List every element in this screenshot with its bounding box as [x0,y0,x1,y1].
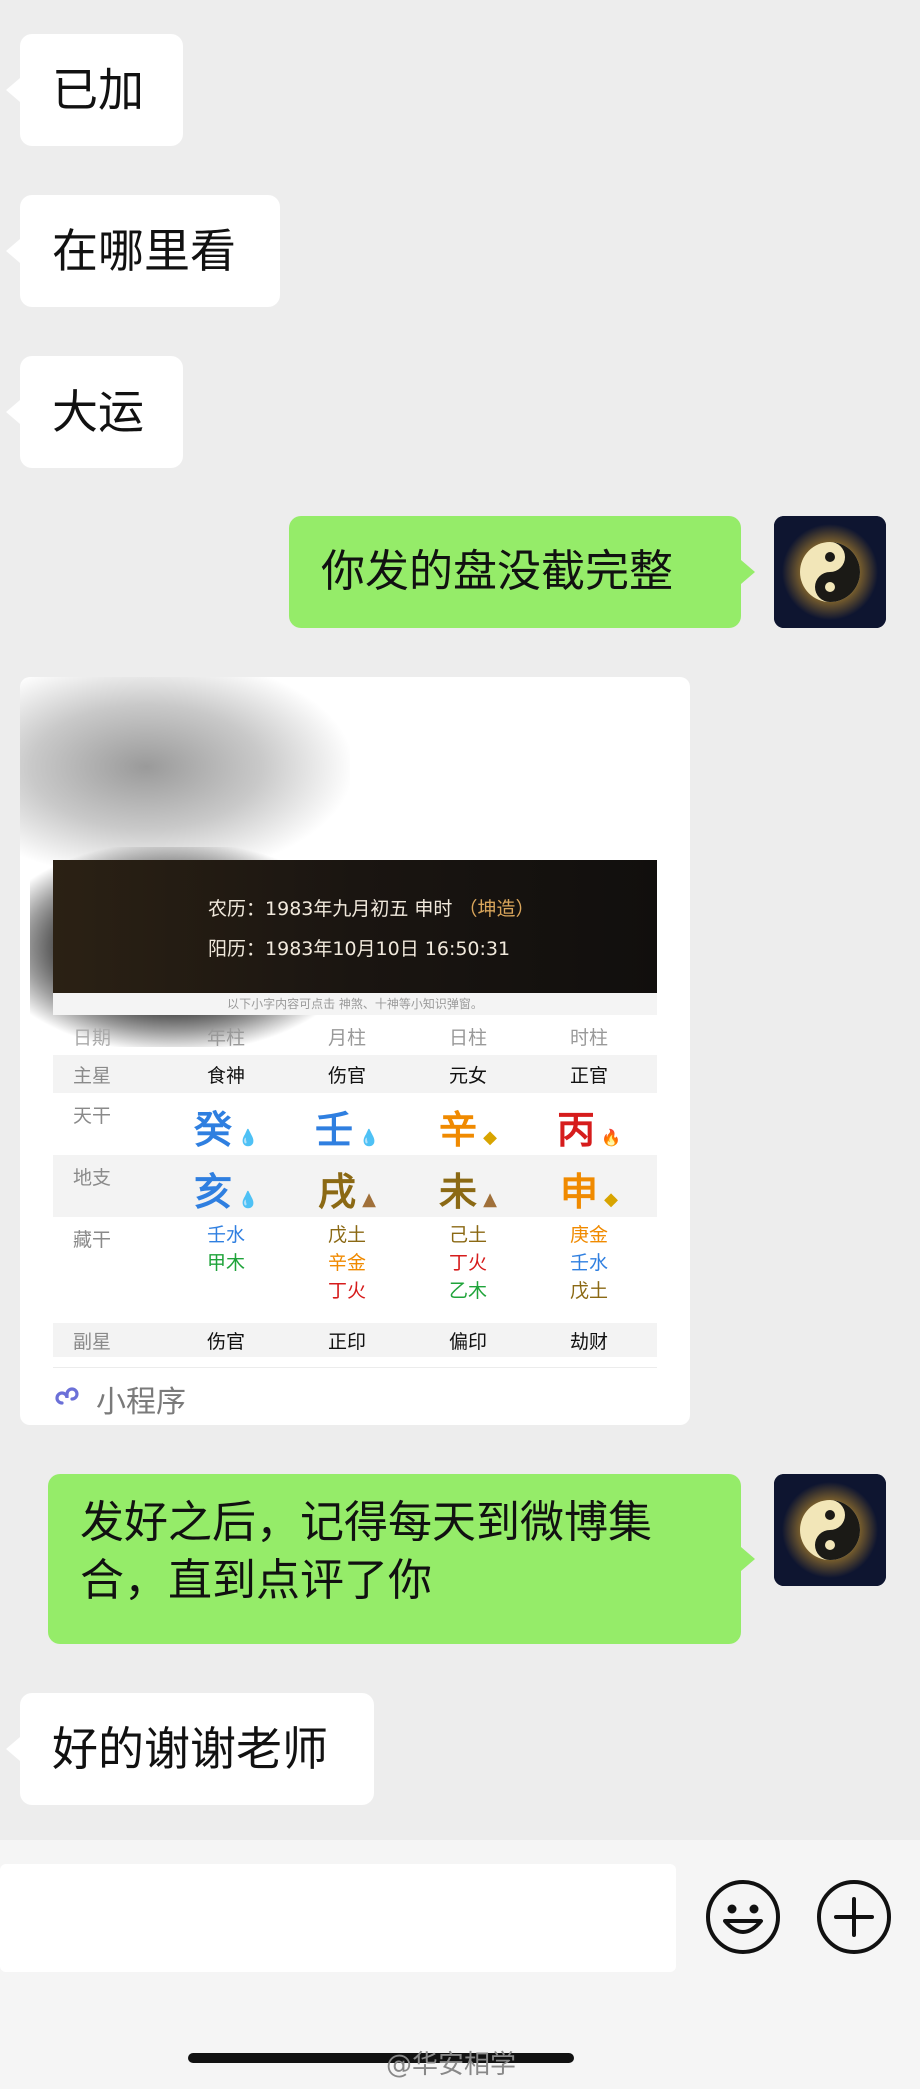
message-text: 已加 [52,63,144,117]
table-cell[interactable]: 元女 [408,1061,528,1088]
table-row: 主星 食神 伤官 元女 正官 [53,1055,657,1093]
hidden-stem[interactable]: 壬水 [529,1249,649,1277]
table-cell[interactable]: 偏印 [408,1327,528,1354]
message-bubble[interactable]: 好的谢谢老师 [6,1693,374,1805]
mini-program-icon [55,1387,79,1405]
branch-char[interactable]: 戌 [318,1170,356,1214]
hidden-stem[interactable]: 壬水 [166,1221,286,1249]
solar-prefix: 阳历： [208,938,266,960]
input-bar: @华安相学 [0,1840,920,2089]
table-header-row: 日期 年柱 月柱 日柱 时柱 [53,1017,657,1055]
branch-char[interactable]: 未 [439,1170,477,1214]
table-cell[interactable]: 正印 [287,1327,407,1354]
stem-char[interactable]: 辛 [439,1108,477,1152]
col-label-date: 日期 [73,1027,112,1049]
message-text-line: 发好之后，记得每天到微博集 [80,1497,652,1548]
message-text: 大运 [52,385,144,439]
yin-yang-icon [774,1474,886,1586]
hidden-stem[interactable]: 丁火 [287,1277,407,1305]
branch-char[interactable]: 亥 [194,1170,232,1214]
message-bubble[interactable]: 在哪里看 [6,195,280,307]
row-label: 主星 [73,1065,112,1087]
column-header: 年柱 [206,1027,245,1049]
table-row: 天干 癸 💧 壬 💧 辛 ◆ 丙 🔥 [53,1093,657,1155]
stem-char[interactable]: 丙 [557,1108,595,1152]
hidden-stem[interactable]: 辛金 [287,1249,407,1277]
table-row: 地支 亥 💧 戌 ▲ 未 ▲ 申 ◆ [53,1155,657,1217]
gold-ingot-icon: ◆ [604,1189,618,1210]
stem-char[interactable]: 壬 [315,1108,353,1152]
solar-date: 1983年10月10日 16:50:31 [265,938,511,960]
table-cell[interactable]: 伤官 [287,1061,407,1088]
mini-program-label: 小程序 [96,1385,186,1420]
plus-icon[interactable] [816,1879,892,1955]
message-text: 你发的盘没截完整 [321,546,673,597]
column-header: 日柱 [448,1027,487,1049]
user-avatar[interactable] [774,516,886,628]
home-indicator [188,2053,574,2063]
chart-header: 农历：1983年九月初五 申时 （坤造） 阳历：1983年10月10日 16:5… [53,860,657,993]
hidden-stem[interactable]: 戊土 [287,1221,407,1249]
lunar-date: 1983年九月初五 申时 [265,898,453,920]
water-drop-icon: 💧 [238,1128,258,1147]
column-header: 月柱 [327,1027,366,1049]
message-text: 好的谢谢老师 [52,1722,328,1776]
flame-icon: 🔥 [601,1128,621,1147]
message-bubble[interactable]: 发好之后，记得每天到微博集 合，直到点评了你 [48,1474,755,1644]
row-label: 地支 [73,1167,112,1189]
message-text: 在哪里看 [52,224,236,278]
hidden-stem[interactable]: 甲木 [166,1249,286,1277]
lunar-prefix: 农历： [208,898,266,920]
watermark-text: @华安相学 [386,2050,517,2080]
branch-char[interactable]: 申 [560,1170,598,1214]
message-bubble[interactable]: 大运 [6,356,183,468]
message-bubble[interactable]: 你发的盘没截完整 [289,516,755,628]
hidden-stem[interactable]: 乙木 [408,1277,528,1305]
message-bubble[interactable]: 已加 [6,34,183,146]
notice-text: 以下小字内容可点击 神煞、十神等小知识弹窗。 [53,993,657,1015]
table-cell[interactable]: 伤官 [166,1327,286,1354]
emoji-icon[interactable] [705,1879,781,1955]
row-label: 副星 [73,1331,112,1353]
message-input[interactable] [0,1864,676,1972]
table-cell[interactable]: 食神 [166,1061,286,1088]
mini-program-card[interactable]: 农历：1983年九月初五 申时 （坤造） 阳历：1983年10月10日 16:5… [20,677,690,1425]
hidden-stem[interactable]: 己土 [408,1221,528,1249]
column-header: 时柱 [569,1027,608,1049]
yin-yang-icon [774,516,886,628]
hidden-stem[interactable]: 丁火 [408,1249,528,1277]
gender-label: （坤造） [458,898,535,920]
gold-ingot-icon: ◆ [483,1127,497,1148]
message-text-line: 合，直到点评了你 [80,1555,432,1606]
table-cell[interactable]: 劫财 [529,1327,649,1354]
card-divider [53,1367,657,1368]
stem-char[interactable]: 癸 [194,1108,232,1152]
mountain-icon: ▲ [483,1189,497,1210]
mountain-icon: ▲ [362,1189,376,1210]
user-avatar[interactable] [774,1474,886,1586]
water-drop-icon: 💧 [238,1190,258,1209]
water-drop-icon: 💧 [359,1128,379,1147]
table-cell[interactable]: 正官 [529,1061,649,1088]
hidden-stem[interactable]: 戊土 [529,1277,649,1305]
hidden-stem[interactable]: 庚金 [529,1221,649,1249]
table-row: 藏干 壬水 甲木 戊土 辛金 丁火 己土 丁火 乙木 庚金 壬水 戊土 [53,1217,657,1317]
row-label: 天干 [73,1105,112,1127]
table-row: 副星 伤官 正印 偏印 劫财 [53,1323,657,1357]
row-label: 藏干 [73,1229,112,1251]
